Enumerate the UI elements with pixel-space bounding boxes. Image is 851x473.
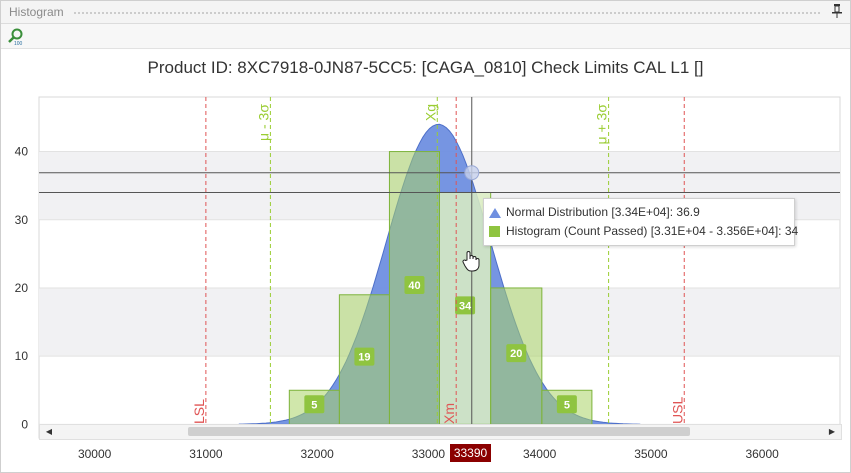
normal-distribution-legend-icon: [489, 207, 501, 218]
tooltip-histogram-text: Histogram (Count Passed) [3.31E+04 - 3.3…: [506, 224, 799, 238]
x-tick-label: 31000: [189, 447, 223, 461]
x-tick-label: 36000: [745, 447, 779, 461]
bar-value-label: 5: [311, 399, 317, 411]
crosshair-marker: [464, 165, 480, 181]
x-tick-label: 35000: [634, 447, 668, 461]
bar-value-label: 19: [358, 352, 370, 364]
x-scrollbar[interactable]: ◀ ▶: [39, 424, 842, 440]
bar-value-label: 5: [564, 399, 570, 411]
reference-line-label: Xg: [422, 104, 438, 121]
x-tick-label: 30000: [78, 447, 112, 461]
x-tick-label: 33000: [412, 447, 446, 461]
tooltip-normal-text: Normal Distribution [3.34E+04]: 36.9: [506, 205, 700, 219]
y-tick-label: 10: [15, 349, 29, 363]
y-tick-label: 0: [21, 417, 28, 431]
reference-line-label: μ - 3σ: [255, 104, 271, 141]
x-tick-label: 34000: [523, 447, 557, 461]
y-tick-label: 40: [15, 145, 29, 159]
bar-value-label: 34: [459, 300, 472, 312]
reference-line-label: USL: [669, 397, 685, 424]
x-tick-label: 32000: [300, 447, 334, 461]
histogram-legend-icon: [489, 226, 500, 238]
reference-line-label: Xm: [441, 403, 457, 424]
y-tick-label: 20: [15, 281, 29, 295]
reference-line-label: LSL: [191, 399, 207, 424]
scroll-thumb[interactable]: [188, 427, 690, 436]
tooltip-histogram-row: Histogram (Count Passed) [3.31E+04 - 3.3…: [489, 222, 798, 240]
data-tooltip: Normal Distribution [3.34E+04]: 36.9 His…: [483, 198, 798, 246]
hand-cursor-icon: [461, 250, 481, 277]
scroll-left-arrow-icon[interactable]: ◀: [42, 425, 56, 439]
reference-line-label: μ + 3σ: [594, 104, 610, 145]
scroll-right-arrow-icon[interactable]: ▶: [825, 425, 839, 439]
crosshair-x-value-badge: 33390: [450, 444, 491, 462]
y-tick-label: 30: [15, 213, 29, 227]
tooltip-normal-row: Normal Distribution [3.34E+04]: 36.9: [489, 203, 700, 221]
bar-value-label: 40: [408, 280, 420, 292]
bar-value-label: 20: [510, 348, 522, 360]
